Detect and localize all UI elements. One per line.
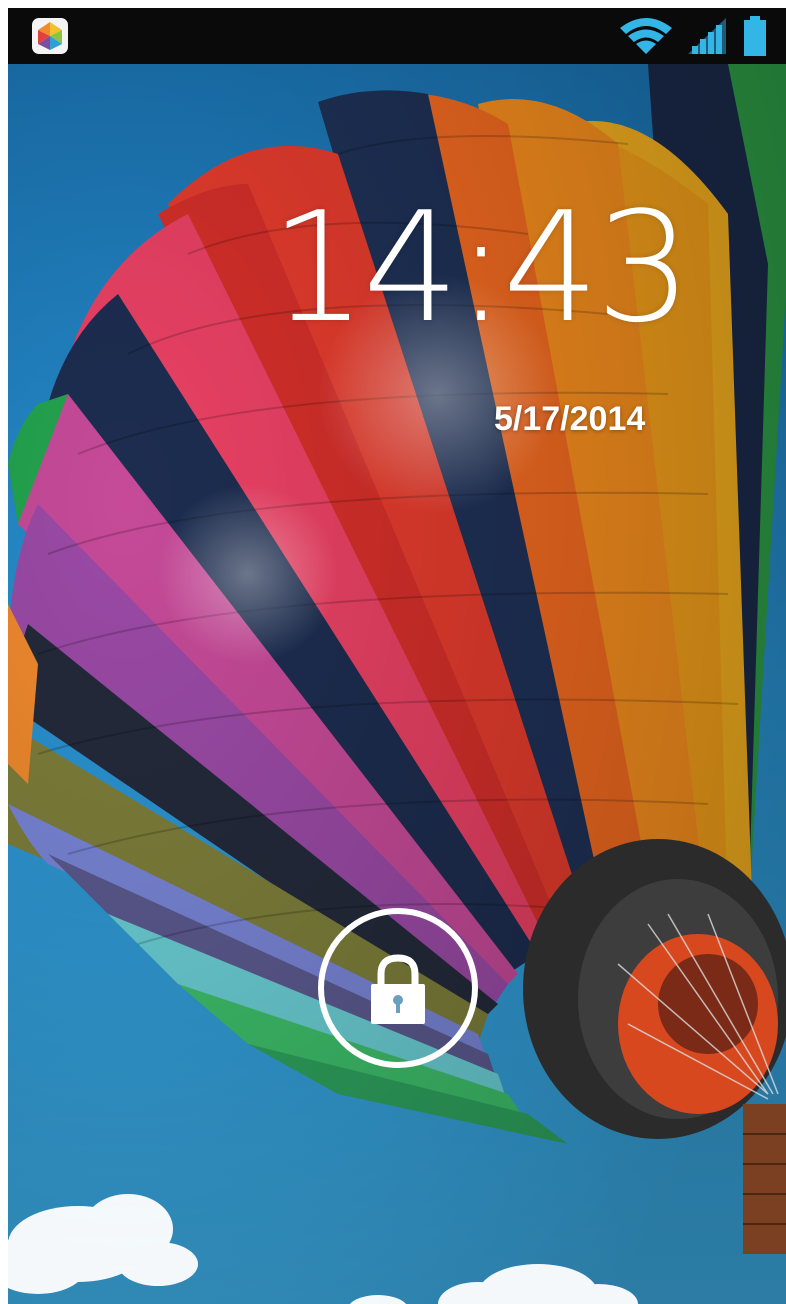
status-bar <box>8 8 786 64</box>
clock-date: 5/17/2014 <box>494 400 646 438</box>
battery-icon <box>744 16 766 56</box>
status-icons <box>616 14 776 58</box>
lock-icon <box>371 954 425 1024</box>
clock-time: 14:43 <box>270 179 692 356</box>
notification-app-icon[interactable] <box>32 18 68 54</box>
unlock-button[interactable] <box>318 908 478 1068</box>
lockscreen: 14:43 5/17/2014 <box>8 8 786 1304</box>
cell-signal-icon <box>688 18 726 54</box>
wifi-icon <box>620 18 672 54</box>
